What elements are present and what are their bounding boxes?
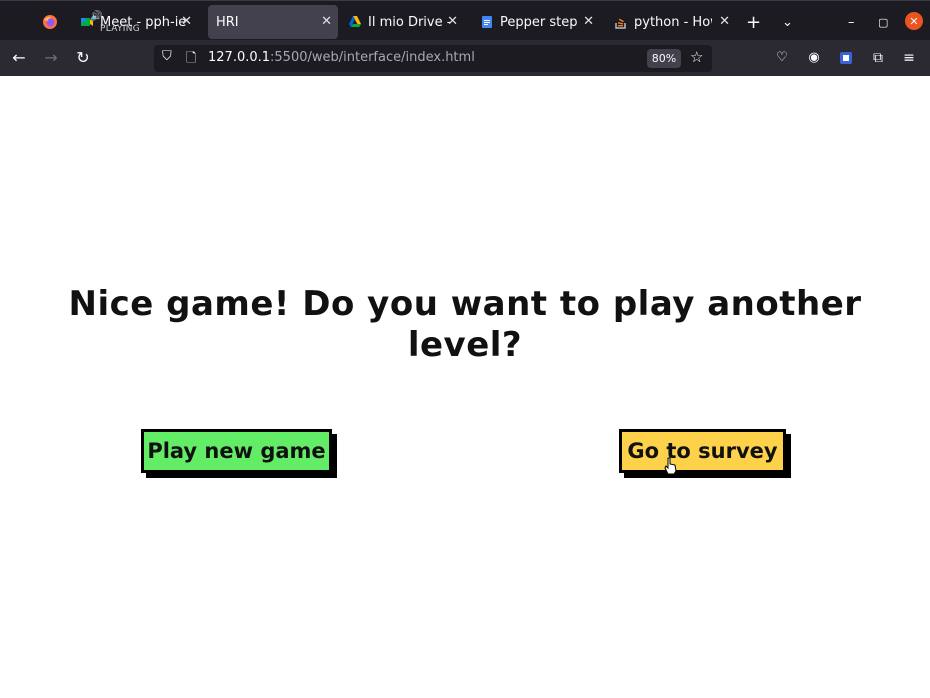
- chevron-down-icon[interactable]: ⌄: [782, 5, 800, 39]
- go-to-survey-button[interactable]: Go to survey: [619, 429, 786, 473]
- browser-chrome: 🔊 Meet - pph-ieb PLAYING ✕ HRI ✕ Il mio …: [0, 0, 930, 76]
- close-tab-icon[interactable]: ✕: [447, 14, 458, 29]
- firefox-logo-icon[interactable]: [42, 5, 64, 39]
- maximize-icon[interactable]: ▢: [878, 5, 892, 39]
- extensions-puzzle-icon[interactable]: ⧉: [868, 48, 888, 68]
- close-tab-icon[interactable]: ✕: [321, 14, 332, 29]
- tab-meet-playing-label: PLAYING: [100, 24, 141, 34]
- zoom-indicator[interactable]: 80%: [647, 49, 681, 68]
- reload-icon[interactable]: ↻: [73, 48, 93, 68]
- tab-meet[interactable]: 🔊 Meet - pph-ieb PLAYING ✕: [80, 5, 198, 39]
- tab-bar: 🔊 Meet - pph-ieb PLAYING ✕ HRI ✕ Il mio …: [0, 0, 930, 40]
- hand-cursor-icon: [664, 457, 678, 479]
- extension-mask-icon[interactable]: ◉: [804, 48, 824, 68]
- back-icon[interactable]: ←: [9, 48, 29, 68]
- pocket-icon[interactable]: ♡: [772, 48, 792, 68]
- close-tab-icon[interactable]: ✕: [583, 14, 594, 29]
- tab-hri-label: HRI: [216, 14, 239, 30]
- minimize-icon[interactable]: –: [848, 5, 862, 39]
- tab-pepper[interactable]: Pepper steps ✕: [480, 5, 600, 39]
- extension-shield-icon[interactable]: [836, 48, 856, 68]
- tab-drive[interactable]: Il mio Drive - G ✕: [348, 5, 464, 39]
- tab-drive-label: Il mio Drive - G: [368, 14, 450, 30]
- docs-icon: [480, 15, 494, 29]
- drive-icon: [348, 15, 362, 29]
- close-tab-icon[interactable]: ✕: [181, 14, 192, 29]
- menu-icon[interactable]: ≡: [899, 48, 919, 68]
- close-window-icon[interactable]: ✕: [905, 12, 923, 30]
- url-bar[interactable]: ⛉ 🗋 127.0.0.1:5500/web/interface/index.h…: [154, 45, 712, 72]
- play-new-game-button[interactable]: Play new game: [141, 429, 332, 473]
- tab-hri[interactable]: HRI ✕: [208, 5, 338, 39]
- page-content: Nice game! Do you want to play another l…: [0, 76, 930, 698]
- bookmark-star-icon[interactable]: ☆: [690, 48, 703, 66]
- tab-python[interactable]: python - How ✕: [614, 5, 736, 39]
- stackoverflow-icon: [614, 15, 628, 29]
- forward-icon[interactable]: →: [41, 48, 61, 68]
- game-prompt-heading: Nice game! Do you want to play another l…: [68, 284, 862, 365]
- url-host: 127.0.0.1: [208, 50, 271, 65]
- tab-pepper-label: Pepper steps: [500, 14, 578, 30]
- shield-icon[interactable]: ⛉: [162, 49, 172, 64]
- page-icon: 🗋: [186, 51, 197, 66]
- url-text[interactable]: 127.0.0.1:5500/web/interface/index.html: [208, 50, 475, 65]
- close-tab-icon[interactable]: ✕: [719, 14, 730, 29]
- speaker-icon[interactable]: 🔊: [90, 11, 102, 22]
- new-tab-icon[interactable]: +: [746, 5, 764, 39]
- tab-python-label: python - How: [634, 14, 712, 30]
- url-path: :5500/web/interface/index.html: [270, 50, 475, 65]
